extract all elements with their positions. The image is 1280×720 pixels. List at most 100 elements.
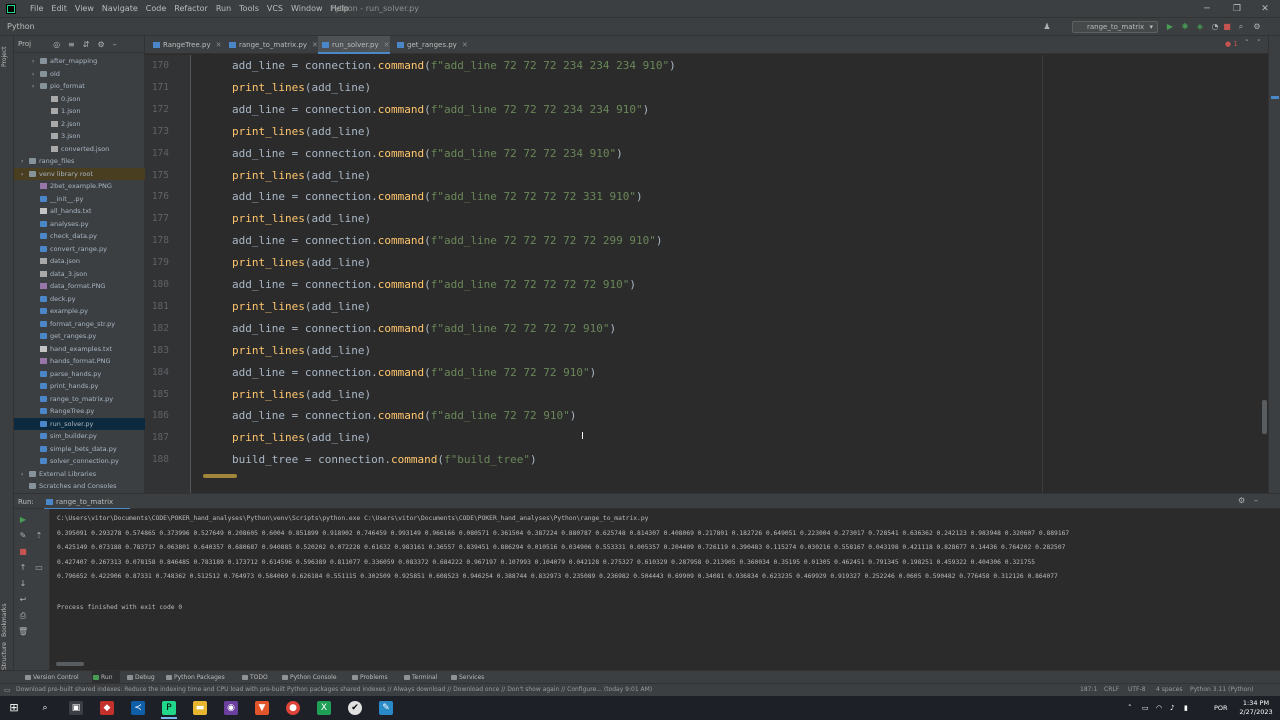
tab-range-to-matrix[interactable]: range_to_matrix.py ✕ bbox=[225, 36, 318, 54]
tree-item[interactable]: hands_format.PNG bbox=[14, 355, 145, 367]
profile-icon[interactable]: ◔ bbox=[1210, 21, 1220, 33]
python-interpreter[interactable]: Python 3.11 (Python) bbox=[1190, 684, 1253, 696]
code-editor[interactable]: 170 171 172 173 174 175 176 177 178 179 180 181 182 1… bbox=[145, 55, 1270, 493]
error-indicator-icon[interactable]: ● 1 bbox=[1225, 40, 1238, 48]
tree-item[interactable]: 2.json bbox=[14, 118, 145, 130]
scroll-up-icon[interactable]: ↑ bbox=[18, 563, 28, 572]
pin-icon[interactable]: ⇡ bbox=[34, 531, 44, 540]
expand-arrow-icon[interactable]: › bbox=[21, 469, 29, 481]
tab-run-solver[interactable]: run_solver.py ✕ bbox=[318, 36, 390, 54]
coverage-icon[interactable]: ◈ bbox=[1195, 21, 1205, 33]
menu-navigate[interactable]: Navigate bbox=[98, 0, 142, 18]
notification-marker-icon[interactable] bbox=[1271, 96, 1279, 99]
chevron-up-icon[interactable]: ˄ bbox=[1245, 39, 1249, 47]
menu-code[interactable]: Code bbox=[142, 0, 170, 18]
line-separator[interactable]: CRLF bbox=[1104, 684, 1119, 696]
tree-item[interactable]: › External Libraries bbox=[14, 468, 145, 480]
tree-item[interactable]: range_to_matrix.py bbox=[14, 393, 145, 405]
indent-setting[interactable]: 4 spaces bbox=[1156, 684, 1182, 696]
brave-icon[interactable]: ▼ bbox=[255, 701, 269, 715]
maximize-button[interactable]: ❐ bbox=[1222, 0, 1252, 18]
tree-item[interactable]: run_solver.py bbox=[14, 417, 145, 430]
excel-icon[interactable]: X bbox=[317, 701, 331, 715]
debug-icon[interactable]: ✱ bbox=[1180, 21, 1190, 33]
tree-item[interactable]: 2bet_example.PNG bbox=[14, 180, 145, 192]
app-icon[interactable]: ✔ bbox=[348, 701, 362, 715]
settings-icon[interactable]: ⚙ bbox=[1252, 21, 1262, 33]
tree-item[interactable]: check_data.py bbox=[14, 230, 145, 242]
trash-icon[interactable]: 🗑 bbox=[18, 627, 28, 636]
console-scroll-thumb[interactable] bbox=[56, 662, 84, 666]
tree-item[interactable]: deck.py bbox=[14, 293, 145, 305]
volume-icon[interactable]: ♪ bbox=[1170, 696, 1174, 720]
hide-icon[interactable]: – bbox=[1254, 496, 1258, 505]
tree-item[interactable]: simple_bets_data.py bbox=[14, 443, 145, 455]
menu-view[interactable]: View bbox=[71, 0, 98, 18]
file-encoding[interactable]: UTF-8 bbox=[1128, 684, 1146, 696]
wifi-icon[interactable]: ◠ bbox=[1156, 696, 1162, 720]
tree-item[interactable]: hand_examples.txt bbox=[14, 343, 145, 355]
menu-window[interactable]: Window bbox=[287, 0, 327, 18]
minimize-button[interactable]: ─ bbox=[1192, 0, 1222, 18]
tree-item[interactable]: data.json bbox=[14, 255, 145, 267]
run-tab-range-to-matrix[interactable]: range_to_matrix bbox=[44, 494, 130, 510]
tree-item[interactable]: get_ranges.py bbox=[14, 330, 145, 342]
close-icon[interactable]: ✕ bbox=[462, 41, 468, 49]
tree-item[interactable]: converted.json bbox=[14, 143, 145, 155]
tree-item[interactable]: Scratches and Consoles bbox=[14, 480, 145, 492]
tree-item[interactable]: RangeTree.py bbox=[14, 405, 145, 417]
collapse-all-icon[interactable]: ⇵ bbox=[83, 40, 90, 49]
project-tool-tab[interactable]: Project bbox=[1, 42, 13, 72]
print-icon[interactable]: ⎙ bbox=[18, 611, 28, 621]
wrench-icon[interactable]: ✎ bbox=[18, 531, 28, 540]
tree-item[interactable]: data_format.PNG bbox=[14, 280, 145, 292]
tree-item[interactable]: parse_hands.py bbox=[14, 368, 145, 380]
tab-rangetree[interactable]: RangeTree.py ✕ bbox=[149, 36, 223, 54]
keyboard-language[interactable]: POR bbox=[1214, 696, 1228, 720]
expand-all-icon[interactable]: ≡ bbox=[68, 40, 75, 49]
menu-run[interactable]: Run bbox=[212, 0, 235, 18]
chrome-icon[interactable]: ● bbox=[286, 701, 300, 715]
tree-item[interactable]: convert_range.py bbox=[14, 243, 145, 255]
hide-icon[interactable]: – bbox=[113, 40, 117, 49]
tree-item[interactable]: › pio_format bbox=[14, 80, 145, 92]
tree-item[interactable]: sim_builder.py bbox=[14, 430, 145, 442]
close-icon[interactable]: ✕ bbox=[216, 41, 222, 49]
app-icon[interactable]: ◆ bbox=[100, 701, 114, 715]
bookmarks-tool-tab[interactable]: Bookmarks bbox=[1, 600, 13, 640]
task-view-icon[interactable]: ▣ bbox=[69, 701, 83, 715]
project-panel-title[interactable]: Proj bbox=[18, 40, 31, 48]
breadcrumb-project[interactable]: Python bbox=[7, 18, 35, 36]
stop-icon[interactable]: ■ bbox=[1222, 21, 1232, 33]
search-icon[interactable]: ⌕ bbox=[1236, 21, 1246, 33]
tree-item[interactable]: 1.json bbox=[14, 105, 145, 117]
tree-item[interactable]: › venv library root bbox=[14, 167, 145, 181]
tree-item[interactable]: › range_files bbox=[14, 155, 145, 167]
pycharm-icon[interactable]: P bbox=[162, 701, 176, 715]
folder-icon[interactable]: ▬ bbox=[193, 701, 207, 715]
expand-arrow-icon[interactable]: › bbox=[21, 156, 29, 168]
network-icon[interactable]: ▭ bbox=[1142, 696, 1149, 720]
rerun-icon[interactable]: ▶ bbox=[18, 515, 28, 524]
run-icon[interactable]: ▶ bbox=[1165, 21, 1175, 33]
tree-item[interactable]: › after_mapping bbox=[14, 55, 145, 67]
menu-file[interactable]: File bbox=[26, 0, 47, 18]
run-config-dropdown[interactable]: range_to_matrix ▾ bbox=[1072, 21, 1158, 33]
chevron-down-icon[interactable]: ˅ bbox=[1257, 39, 1261, 47]
tree-item[interactable]: solver_connection.py bbox=[14, 455, 145, 467]
locate-icon[interactable]: ◎ bbox=[53, 40, 60, 49]
user-icon[interactable]: ♟ bbox=[1042, 21, 1052, 33]
app-icon[interactable]: ✎ bbox=[379, 701, 393, 715]
vertical-scroll-thumb[interactable] bbox=[1262, 400, 1267, 434]
firefox-icon[interactable]: ◉ bbox=[224, 701, 238, 715]
gear-icon[interactable]: ⚙ bbox=[97, 40, 104, 49]
scroll-down-icon[interactable]: ↓ bbox=[18, 579, 28, 588]
tree-item[interactable]: data_3.json bbox=[14, 268, 145, 280]
menu-tools[interactable]: Tools bbox=[235, 0, 263, 18]
expand-arrow-icon[interactable]: › bbox=[21, 169, 29, 181]
layout-icon[interactable]: ▭ bbox=[34, 563, 44, 572]
tree-item[interactable]: example.py bbox=[14, 305, 145, 317]
close-icon[interactable]: ✕ bbox=[384, 41, 390, 49]
menu-edit[interactable]: Edit bbox=[47, 0, 71, 18]
layout-icon[interactable]: ▭ bbox=[4, 684, 11, 696]
